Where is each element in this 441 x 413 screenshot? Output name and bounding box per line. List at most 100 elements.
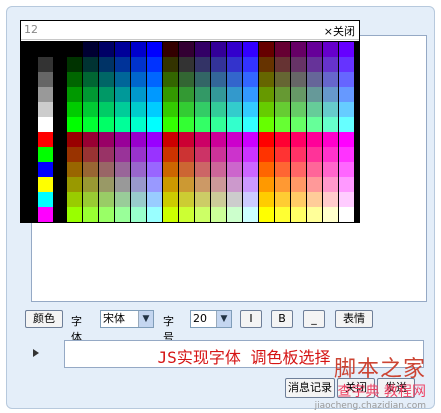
color-swatch[interactable] [259, 72, 274, 87]
color-swatch[interactable] [339, 177, 354, 192]
color-swatch[interactable] [99, 42, 114, 57]
color-swatch[interactable] [38, 72, 53, 87]
color-swatch[interactable] [83, 117, 98, 132]
color-swatch[interactable] [147, 162, 162, 177]
color-swatch[interactable] [259, 42, 274, 57]
color-swatch[interactable] [67, 57, 82, 72]
color-swatch[interactable] [259, 207, 274, 222]
color-swatch[interactable] [291, 87, 306, 102]
color-swatch[interactable] [131, 57, 146, 72]
color-swatch[interactable] [195, 117, 210, 132]
color-swatch[interactable] [275, 102, 290, 117]
color-swatch[interactable] [195, 207, 210, 222]
color-swatch[interactable] [291, 102, 306, 117]
color-swatch[interactable] [99, 177, 114, 192]
color-swatch[interactable] [307, 192, 322, 207]
color-swatch[interactable] [131, 72, 146, 87]
color-swatch[interactable] [131, 177, 146, 192]
color-swatch[interactable] [67, 132, 82, 147]
color-swatch[interactable] [323, 162, 338, 177]
color-swatch[interactable] [195, 177, 210, 192]
color-swatch[interactable] [339, 87, 354, 102]
color-swatch[interactable] [131, 162, 146, 177]
color-swatch[interactable] [243, 57, 258, 72]
color-swatch[interactable] [339, 132, 354, 147]
color-swatch[interactable] [83, 162, 98, 177]
color-swatch[interactable] [179, 207, 194, 222]
color-swatch[interactable] [131, 42, 146, 57]
color-swatch[interactable] [115, 72, 130, 87]
bold-button[interactable]: B [271, 310, 293, 328]
color-swatch[interactable] [115, 162, 130, 177]
color-swatch[interactable] [339, 162, 354, 177]
color-swatch[interactable] [339, 42, 354, 57]
color-swatch[interactable] [131, 207, 146, 222]
color-swatch[interactable] [259, 87, 274, 102]
color-swatch[interactable] [243, 117, 258, 132]
color-swatch[interactable] [67, 192, 82, 207]
color-swatch[interactable] [115, 102, 130, 117]
color-swatch[interactable] [227, 192, 242, 207]
palette-close-button[interactable]: ×关闭 [324, 23, 355, 39]
color-swatch[interactable] [115, 192, 130, 207]
color-swatch[interactable] [227, 207, 242, 222]
color-swatch[interactable] [38, 132, 53, 147]
italic-button[interactable]: I [240, 310, 262, 328]
color-swatch[interactable] [291, 192, 306, 207]
color-swatch[interactable] [227, 117, 242, 132]
color-swatch[interactable] [307, 42, 322, 57]
color-swatch[interactable] [179, 177, 194, 192]
color-swatch[interactable] [323, 57, 338, 72]
color-swatch[interactable] [211, 192, 226, 207]
color-swatch[interactable] [163, 147, 178, 162]
color-swatch[interactable] [339, 57, 354, 72]
color-swatch[interactable] [307, 87, 322, 102]
color-swatch[interactable] [291, 117, 306, 132]
color-swatch[interactable] [38, 177, 53, 192]
color-swatch[interactable] [163, 72, 178, 87]
color-swatch[interactable] [147, 147, 162, 162]
color-swatch[interactable] [115, 117, 130, 132]
color-swatch[interactable] [83, 102, 98, 117]
color-swatch[interactable] [275, 117, 290, 132]
color-swatch[interactable] [67, 147, 82, 162]
color-swatch[interactable] [259, 162, 274, 177]
color-swatch[interactable] [99, 207, 114, 222]
color-swatch[interactable] [115, 147, 130, 162]
color-swatch[interactable] [323, 102, 338, 117]
color-swatch[interactable] [147, 42, 162, 57]
color-swatch[interactable] [323, 87, 338, 102]
color-swatch[interactable] [339, 102, 354, 117]
color-swatch[interactable] [147, 72, 162, 87]
color-swatch[interactable] [291, 42, 306, 57]
color-swatch[interactable] [38, 117, 53, 132]
color-swatch[interactable] [307, 117, 322, 132]
color-swatch[interactable] [131, 192, 146, 207]
color-swatch[interactable] [291, 72, 306, 87]
color-swatch[interactable] [307, 162, 322, 177]
color-swatch[interactable] [243, 72, 258, 87]
color-swatch[interactable] [99, 72, 114, 87]
color-swatch[interactable] [99, 162, 114, 177]
color-swatch[interactable] [83, 132, 98, 147]
color-swatch[interactable] [275, 147, 290, 162]
color-swatch[interactable] [211, 162, 226, 177]
color-swatch[interactable] [195, 72, 210, 87]
color-swatch[interactable] [211, 72, 226, 87]
color-swatch[interactable] [67, 207, 82, 222]
color-swatch[interactable] [211, 42, 226, 57]
color-swatch[interactable] [195, 162, 210, 177]
font-select[interactable]: 宋体 ▼ [100, 310, 154, 328]
color-swatch[interactable] [275, 72, 290, 87]
color-swatch[interactable] [179, 57, 194, 72]
color-swatch[interactable] [339, 72, 354, 87]
color-swatch[interactable] [38, 207, 53, 222]
color-swatch[interactable] [275, 57, 290, 72]
color-swatch[interactable] [38, 42, 53, 57]
color-swatch[interactable] [259, 147, 274, 162]
expand-arrow-icon[interactable] [33, 349, 39, 357]
color-swatch[interactable] [195, 42, 210, 57]
color-swatch[interactable] [339, 192, 354, 207]
color-swatch[interactable] [243, 162, 258, 177]
color-swatch[interactable] [291, 207, 306, 222]
